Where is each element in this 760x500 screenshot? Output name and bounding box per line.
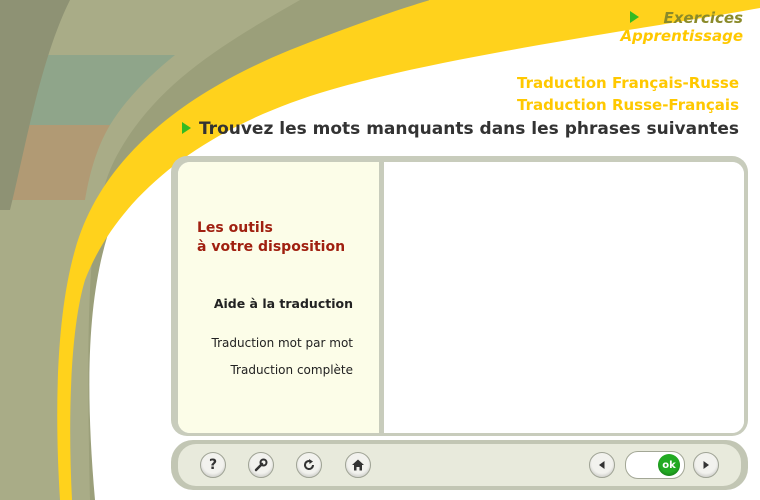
tools-sidebar: Les outils à votre disposition Aide à la… [178, 162, 384, 433]
arrow-right-icon [181, 122, 191, 134]
refresh-button[interactable] [296, 452, 322, 478]
next-button[interactable] [693, 452, 719, 478]
word-by-word-link[interactable]: Traduction mot par mot [212, 336, 353, 350]
translation-help-title: Aide à la traduction [213, 296, 353, 311]
learning-label: Apprentissage [620, 27, 743, 45]
mode-fr-ru[interactable]: Traduction Français-Russe [517, 74, 739, 92]
home-button[interactable] [345, 452, 371, 478]
learning-link[interactable]: Apprentissage [620, 27, 743, 45]
exercises-label: Exercices [663, 9, 743, 27]
instruction: Trouvez les mots manquants dans les phra… [181, 119, 739, 139]
content-panel: Les outils à votre disposition Aide à la… [178, 162, 744, 433]
instruction-text: Trouvez les mots manquants dans les phra… [198, 119, 739, 139]
answer-toggle[interactable]: ok [625, 451, 685, 479]
full-translation-link[interactable]: Traduction complète [230, 363, 353, 377]
next-icon [703, 461, 709, 469]
toolbar: ? ok [178, 444, 741, 486]
help-button[interactable]: ? [200, 452, 226, 478]
exercise-area [384, 162, 744, 433]
tools-icon [254, 458, 268, 472]
mode-ru-fr[interactable]: Traduction Russe-Français [517, 96, 739, 114]
tools-heading: Les outils à votre disposition [197, 219, 345, 257]
tools-heading-line2: à votre disposition [197, 239, 346, 255]
ok-label: ok [662, 459, 676, 471]
exercises-link[interactable]: Exercices [630, 9, 743, 27]
tools-button[interactable] [248, 452, 274, 478]
refresh-icon [304, 459, 314, 470]
home-icon [352, 459, 364, 471]
ok-button[interactable]: ok [658, 454, 680, 476]
help-icon: ? [208, 457, 218, 473]
previous-icon [599, 461, 605, 469]
previous-button[interactable] [589, 452, 615, 478]
arrow-right-icon [630, 11, 640, 23]
tools-heading-line1: Les outils [197, 220, 273, 236]
